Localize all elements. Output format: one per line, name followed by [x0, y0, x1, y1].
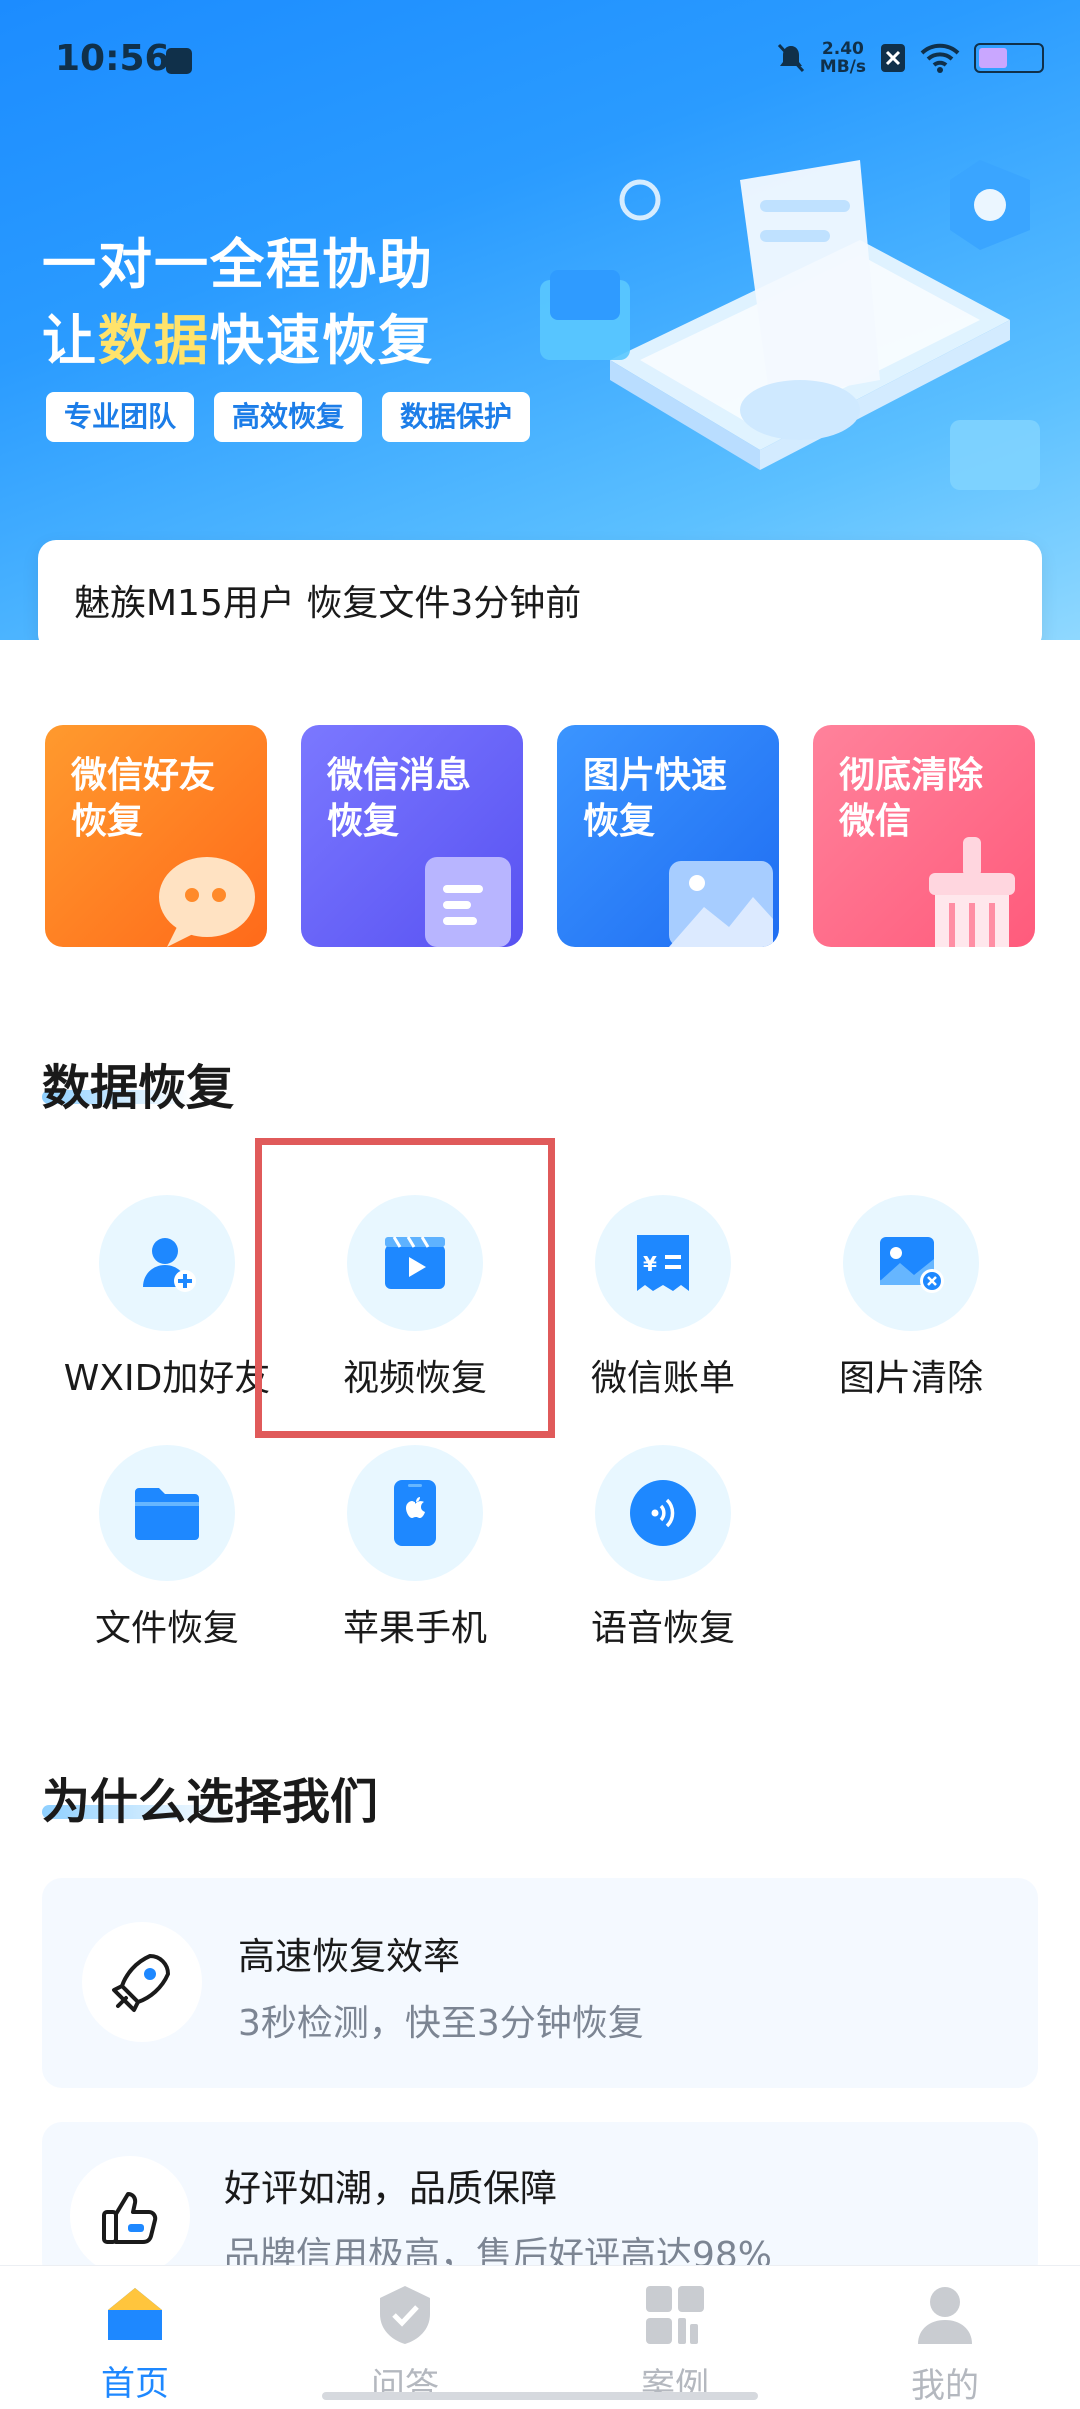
- image-clear-icon: [880, 1237, 944, 1293]
- status-icons: 2.40 MB/s: [776, 40, 1044, 76]
- nav-label: 我的: [911, 2366, 979, 2406]
- mute-bell-icon: [777, 43, 804, 73]
- grid-label: 图片清除: [838, 1358, 983, 1399]
- chat-bubble-icon: [159, 857, 255, 947]
- bottom-nav: 首页 问答 案例 我的: [0, 2265, 1080, 2409]
- message-doc-icon: [425, 857, 511, 947]
- shield-check-icon: [380, 2286, 430, 2344]
- grid-item-wechat-bill[interactable]: ¥ 微信账单: [538, 1195, 788, 1401]
- tag-protection: 数据保护: [382, 392, 531, 442]
- why-desc: 3秒检测，快至3分钟恢复: [238, 2003, 644, 2044]
- grid-icon: [646, 2286, 704, 2344]
- card-image-quick-recovery[interactable]: 图片快速 恢复: [557, 725, 779, 947]
- card-label-line1: 微信好友: [71, 755, 216, 796]
- grid-item-file-recovery[interactable]: 文件恢复: [42, 1445, 292, 1651]
- hero-headline-1: 一对一全程协助: [42, 233, 434, 296]
- sim-icon: [881, 44, 905, 72]
- hero-banner[interactable]: 10:56 2.40 MB/s 一对一全程协助 让数据快速恢复 专业团队 高效恢…: [0, 0, 1080, 640]
- icon-circle: [347, 1445, 483, 1581]
- icon-circle: ¥: [595, 1195, 731, 1331]
- nav-home[interactable]: 首页: [45, 2284, 225, 2405]
- voice-icon: [630, 1480, 696, 1546]
- wifi-icon: [920, 43, 960, 73]
- hero-headline-highlight: 数据: [98, 309, 210, 372]
- card-wechat-friend-recovery[interactable]: 微信好友 恢复: [45, 725, 267, 947]
- add-user-icon: [143, 1238, 196, 1292]
- svg-text:¥: ¥: [643, 1252, 657, 1276]
- icon-circle: [595, 1445, 731, 1581]
- grid-item-voice-recovery[interactable]: 语音恢复: [538, 1445, 788, 1651]
- thumbs-up-icon: [102, 2192, 158, 2244]
- highlight-box: [255, 1138, 555, 1438]
- apple-phone-icon: [394, 1480, 436, 1546]
- notice-text: 魅族M15用户 恢复文件3分钟前: [74, 583, 582, 624]
- recent-recovery-notice: 魅族M15用户 恢复文件3分钟前: [38, 540, 1042, 640]
- nav-qa[interactable]: 问答: [315, 2284, 495, 2407]
- card-label-line1: 微信消息: [327, 755, 472, 796]
- card-wechat-wipe[interactable]: 彻底清除 微信: [813, 725, 1035, 947]
- grid-label: 语音恢复: [590, 1608, 735, 1649]
- gesture-home-bar[interactable]: [322, 2392, 758, 2400]
- home-icon: [108, 2288, 162, 2340]
- picture-icon: [669, 861, 773, 947]
- nav-label: 首页: [101, 2364, 169, 2404]
- user-icon: [918, 2287, 972, 2344]
- why-icon: [70, 2156, 190, 2276]
- why-title: 好评如潮，品质保障: [224, 2167, 557, 2210]
- hero-headline-suffix: 快速恢复: [210, 309, 434, 372]
- grid-item-apple-phone[interactable]: 苹果手机: [290, 1445, 540, 1651]
- tag-team: 专业团队: [46, 392, 195, 442]
- bill-icon: ¥: [637, 1235, 689, 1291]
- speed-value: 2.40: [821, 39, 864, 59]
- grid-item-image-clear[interactable]: 图片清除: [786, 1195, 1036, 1401]
- hero-headline-2: 让数据快速恢复: [42, 296, 434, 375]
- status-time: 10:56: [55, 38, 170, 79]
- section-title-why-us: 为什么选择我们: [42, 1774, 379, 1830]
- why-card-quality: 好评如潮，品质保障 品牌信用极高，售后好评高达98%: [42, 2122, 1038, 2282]
- why-title: 高速恢复效率: [238, 1935, 460, 1978]
- card-label-line1: 图片快速: [583, 755, 728, 796]
- grid-label: 微信账单: [590, 1358, 735, 1399]
- tag-efficient: 高效恢复: [214, 392, 363, 442]
- icon-circle: [99, 1195, 235, 1331]
- nav-mine[interactable]: 我的: [855, 2284, 1035, 2407]
- lock-icon: [166, 48, 192, 74]
- status-bar: 10:56 2.40 MB/s: [0, 0, 1080, 120]
- card-label: 微信消息 恢复: [327, 753, 471, 845]
- grid-label: 文件恢复: [94, 1608, 239, 1649]
- nav-cases[interactable]: 案例: [585, 2284, 765, 2407]
- broom-icon: [929, 837, 1015, 947]
- card-label-line1: 彻底清除: [839, 755, 984, 796]
- card-label: 微信好友 恢复: [71, 753, 215, 845]
- folder-icon: [135, 1488, 199, 1540]
- speed-unit: MB/s: [819, 57, 866, 77]
- grid-label: 苹果手机: [342, 1608, 487, 1649]
- card-label: 图片快速 恢复: [583, 753, 727, 845]
- section-title-data-recovery: 数据恢复: [42, 1060, 235, 1116]
- battery-icon: [974, 43, 1044, 73]
- card-wechat-message-recovery[interactable]: 微信消息 恢复: [301, 725, 523, 947]
- icon-circle: [99, 1445, 235, 1581]
- rocket-icon: [112, 1954, 170, 2012]
- network-speed: 2.40 MB/s: [820, 40, 866, 76]
- why-card-speed: 高速恢复效率 3秒检测，快至3分钟恢复: [42, 1878, 1038, 2088]
- hero-headline-prefix: 让: [42, 309, 98, 372]
- phone-illustration: [540, 160, 1040, 490]
- why-icon: [82, 1922, 202, 2042]
- icon-circle: [843, 1195, 979, 1331]
